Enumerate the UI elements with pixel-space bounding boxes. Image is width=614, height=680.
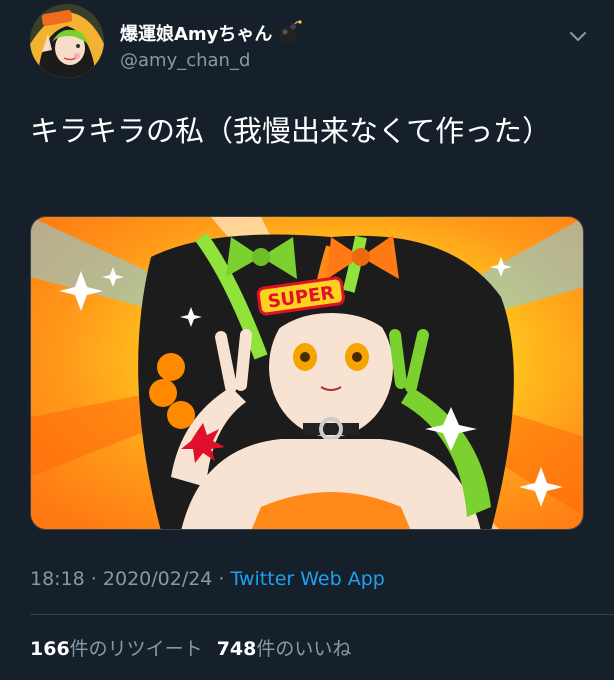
meta-separator: · — [212, 568, 231, 590]
tweet-meta: 18:18 · 2020/02/24 · Twitter Web App — [30, 568, 385, 590]
avatar-image — [30, 4, 104, 78]
tweet-stats: 166件のリツイート 748件のいいね — [30, 634, 351, 661]
tweet-time[interactable]: 18:18 — [30, 568, 85, 590]
display-name-text: 爆運娘Amyちゃん — [120, 24, 273, 45]
bomb-icon — [276, 20, 303, 46]
retweets-label: 件のリツイート — [69, 638, 203, 660]
avatar[interactable] — [30, 4, 104, 78]
user-handle[interactable]: @amy_chan_d — [120, 50, 250, 71]
tweet-text: キラキラの私（我慢出来なくて作った） — [30, 114, 552, 148]
divider — [30, 614, 614, 615]
retweets-count: 166 — [30, 638, 70, 660]
chevron-down-icon[interactable] — [566, 24, 590, 48]
likes-count: 748 — [216, 638, 257, 660]
retweets-stat[interactable]: 166件のリツイート — [30, 638, 203, 660]
meta-separator: · — [84, 568, 103, 590]
illustration-image: SUPER — [31, 217, 583, 529]
likes-stat[interactable]: 748件のいいね — [217, 638, 352, 660]
tweet-date[interactable]: 2020/02/24 — [103, 568, 213, 590]
tweet-media[interactable]: SUPER — [30, 216, 584, 530]
display-name[interactable]: 爆運娘Amyちゃん — [120, 20, 303, 46]
likes-label: 件のいいね — [256, 638, 352, 660]
tweet-source-link[interactable]: Twitter Web App — [231, 568, 385, 590]
tweet-detail: 爆運娘Amyちゃん @amy_chan_d キラキラの私（我慢出来なくて作った） — [0, 0, 614, 680]
